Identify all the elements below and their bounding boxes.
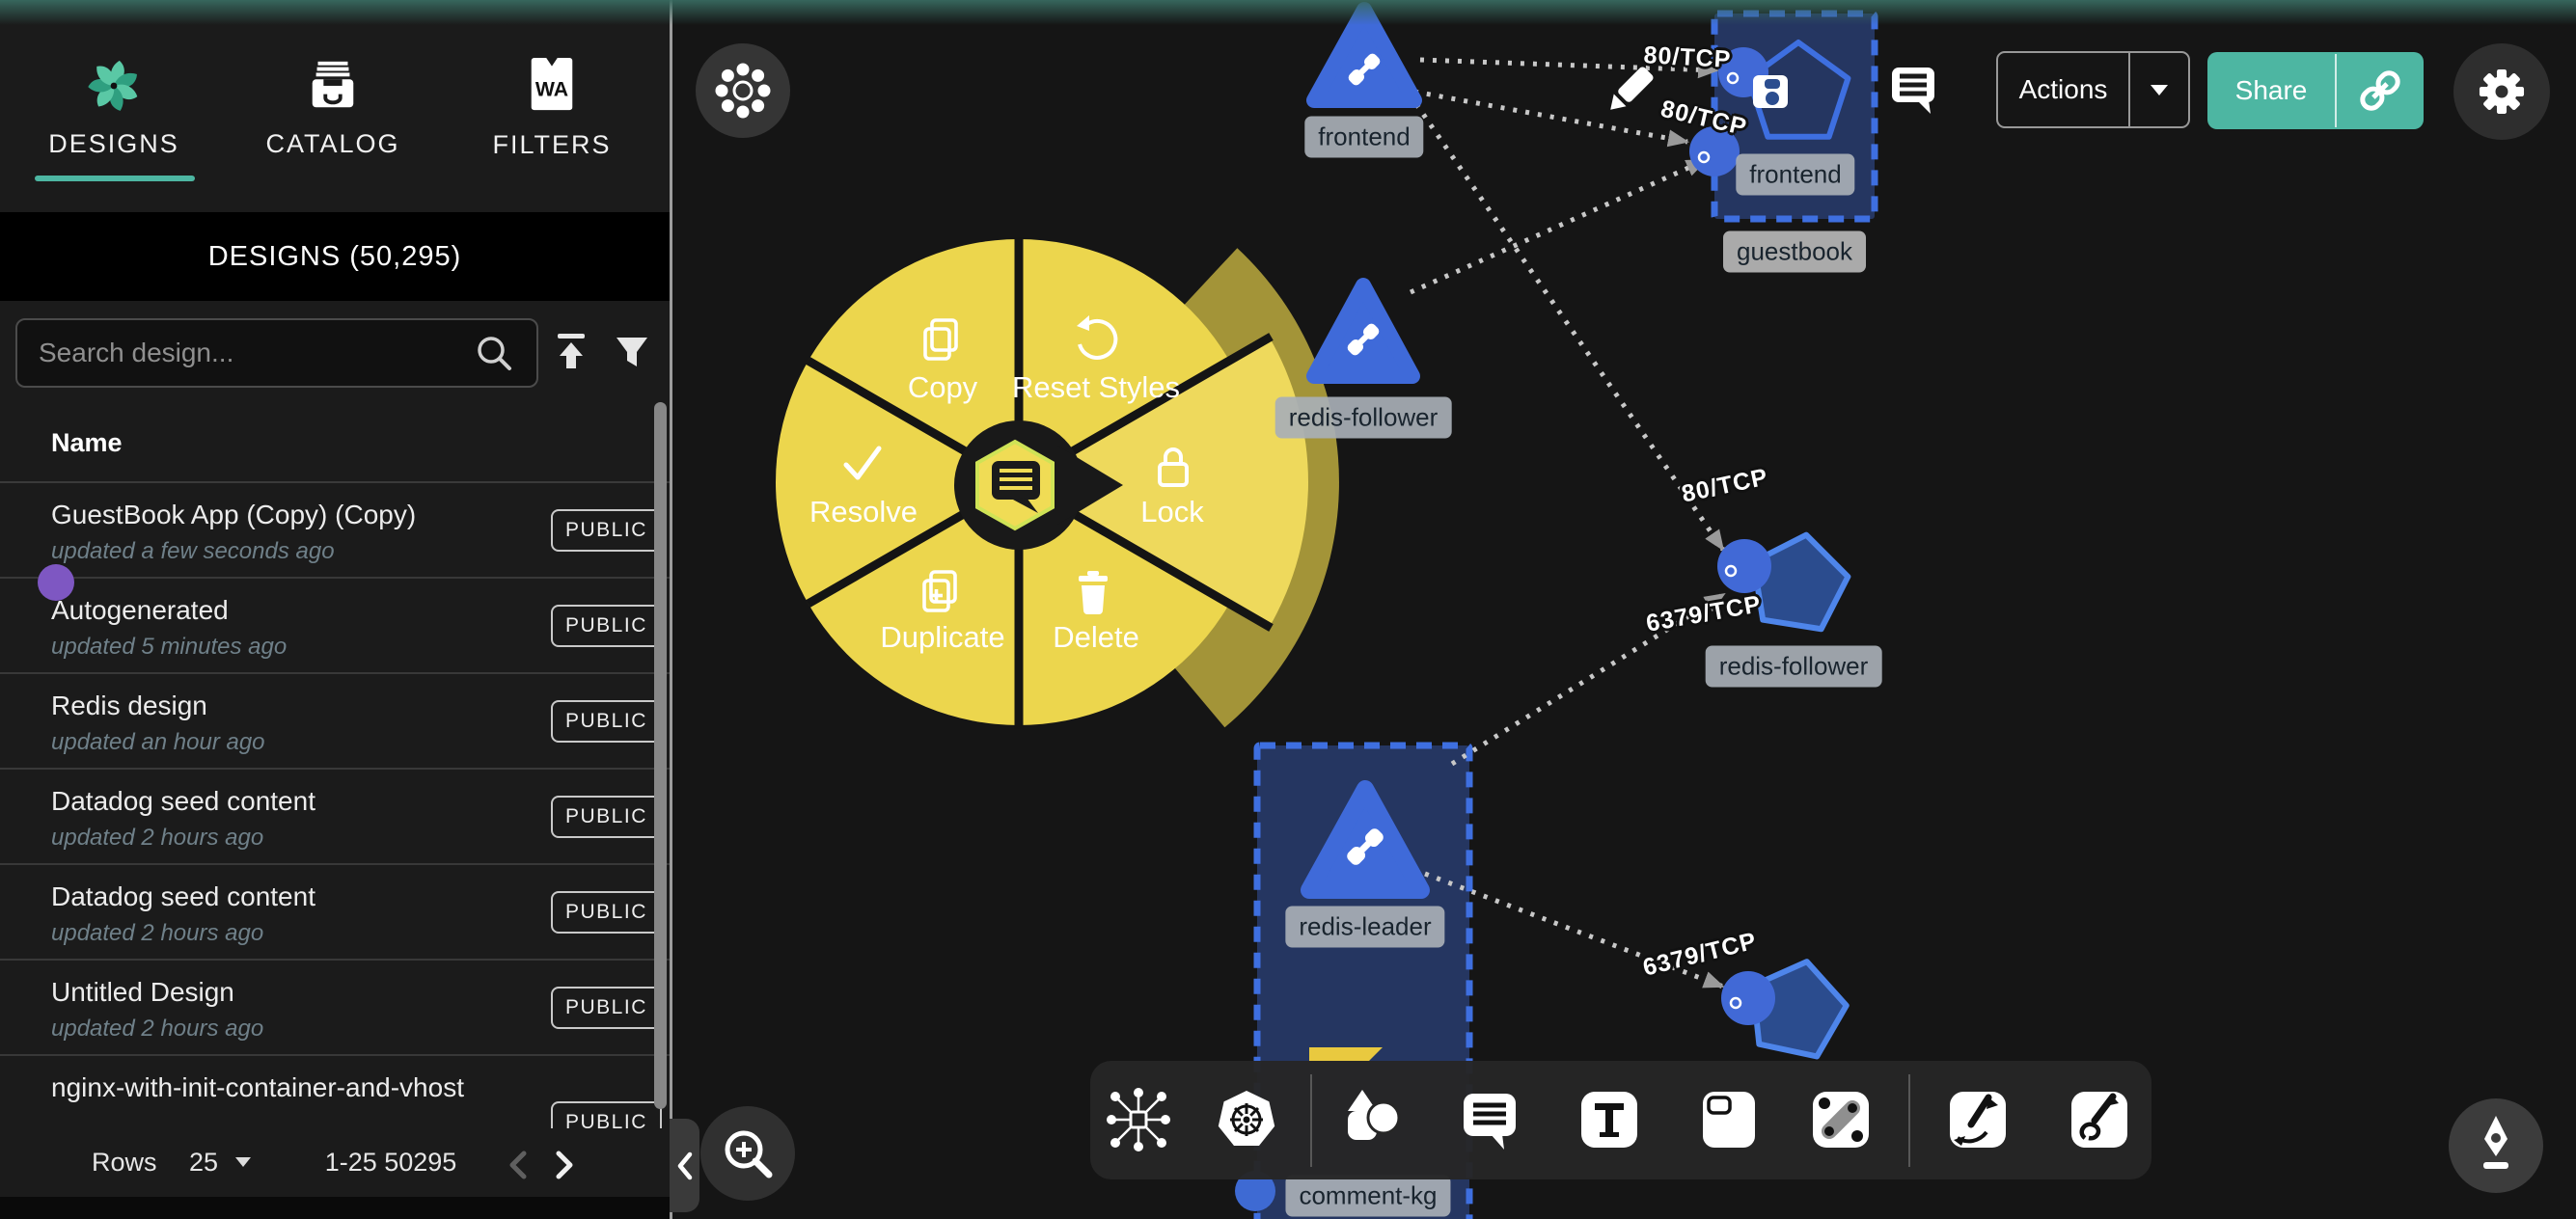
column-header-name: Name [51,428,123,458]
search-icon[interactable] [475,334,513,372]
dot-cluster-icon [696,43,790,138]
search-input[interactable] [15,318,538,388]
design-row[interactable]: GuestBook App (Copy) (Copy) updated a fe… [0,483,670,579]
pagination-range: 1-25 50295 [318,1148,463,1178]
tab-filters-label: FILTERS [492,130,611,160]
tab-catalog-label: CATALOG [265,129,399,159]
node-label: redis-follower [1706,646,1882,688]
meshery-logo-icon [86,56,142,114]
visibility-badge: PUBLIC [551,987,662,1029]
settings-button[interactable] [2453,43,2550,140]
actions-label: Actions [1998,53,2128,126]
actions-button[interactable]: Actions [1996,51,2190,128]
designs-count-header: DESIGNS (50,295) [0,212,670,301]
visibility-badge: PUBLIC [551,509,662,552]
gear-icon [2467,57,2536,126]
node-label: redis-follower [1275,397,1452,439]
comment-tool-icon[interactable] [1452,1082,1527,1157]
design-list: GuestBook App (Copy) (Copy) updated a fe… [0,481,670,1128]
visibility-badge: PUBLIC [551,605,662,647]
filter-funnel-icon[interactable] [611,332,653,372]
visibility-badge: PUBLIC [551,891,662,934]
design-row[interactable]: Datadog seed content updated 2 hours ago… [0,770,670,865]
collaborator-avatar[interactable] [38,564,74,601]
canvas-mode-button[interactable] [696,43,790,138]
wasm-filter-icon: WA [524,55,580,115]
node-label: redis-leader [1285,907,1444,948]
node-label: frontend [1304,117,1423,158]
designs-sidebar: DESIGNS CATALOG WA FILTERS DESIGNS (50,2… [0,0,670,1219]
edit-pencil-icon[interactable] [1604,66,1655,116]
tab-designs-label: DESIGNS [48,129,179,159]
sidebar-collapse-handle[interactable] [670,1119,699,1212]
actions-dropdown[interactable] [2130,53,2188,126]
active-tab-underline [35,176,195,181]
kubernetes-icon[interactable] [1209,1082,1284,1157]
visibility-badge: PUBLIC [551,796,662,838]
list-scrollbar[interactable] [654,402,667,1109]
tab-designs[interactable]: DESIGNS [27,15,201,199]
chevron-left-icon [673,1145,697,1187]
publish-upload-icon[interactable] [550,330,592,374]
catalog-icon [305,56,361,114]
node-label: comment-kg [1285,1176,1450,1217]
svg-text:WA: WA [535,77,568,100]
node-label: frontend [1736,154,1854,196]
note-tool-icon[interactable] [1691,1082,1767,1157]
node-label: guestbook [1723,231,1866,273]
previous-page-button[interactable] [502,1144,536,1186]
chevron-down-icon[interactable] [235,1157,251,1167]
canvas-toolbar [1090,1061,2151,1179]
toolbar-divider [1310,1074,1312,1167]
connection-node-redis-follower[interactable] [1314,285,1412,376]
save-icon[interactable] [1753,75,1788,108]
share-label: Share [2207,52,2335,129]
kanvas-app: { "app": { "accent": "#4db6a2", "node_bl… [0,0,2576,1219]
zoom-in-icon [707,1113,788,1194]
rows-per-page-select[interactable]: 25 [189,1148,218,1178]
comment-indicator-icon[interactable] [1892,68,1934,114]
design-row[interactable]: Datadog seed content updated 2 hours ago… [0,865,670,961]
connection-node-frontend[interactable] [1314,10,1414,100]
sidebar-footer [0,1197,670,1219]
visibility-badge: PUBLIC [551,700,662,743]
shapes-tool-icon[interactable] [1336,1082,1411,1157]
tab-filters[interactable]: WA FILTERS [465,15,639,199]
chevron-down-icon [2151,85,2168,95]
design-row[interactable]: Autogenerated updated 5 minutes ago PUBL… [0,579,670,674]
freehand-draw-tool-icon[interactable] [2062,1082,2137,1157]
share-button[interactable]: Share [2207,52,2424,129]
link-icon [2355,66,2405,116]
edge-label: 80/TCP [1643,41,1732,74]
next-page-button[interactable] [546,1144,581,1186]
design-row[interactable]: Untitled Design updated 2 hours ago PUBL… [0,961,670,1056]
design-row[interactable]: nginx-with-init-container-and-vhost PUBL… [0,1056,670,1128]
sidebar-canvas-divider [670,0,672,1219]
relationship-link-icon[interactable] [1803,1082,1878,1157]
copy-link-action[interactable] [2337,52,2424,129]
zoom-in-button[interactable] [700,1106,795,1201]
design-row[interactable]: Redis design updated an hour ago PUBLIC [0,674,670,770]
pen-nib-icon [2449,1098,2543,1193]
toolbar-divider [1908,1074,1910,1167]
rows-per-page-label: Rows [92,1148,157,1178]
visibility-badge: PUBLIC [551,1101,662,1128]
pen-tool-button[interactable] [2449,1098,2543,1193]
infrastructure-mesh-icon[interactable] [1101,1082,1176,1157]
pen-path-tool-icon[interactable] [1940,1082,2015,1157]
pagination-bar: Rows 25 1-25 50295 [0,1126,670,1197]
design-name: nginx-with-init-container-and-vhost [51,1071,670,1104]
tab-catalog[interactable]: CATALOG [246,15,420,199]
text-tool-icon[interactable] [1572,1082,1647,1157]
